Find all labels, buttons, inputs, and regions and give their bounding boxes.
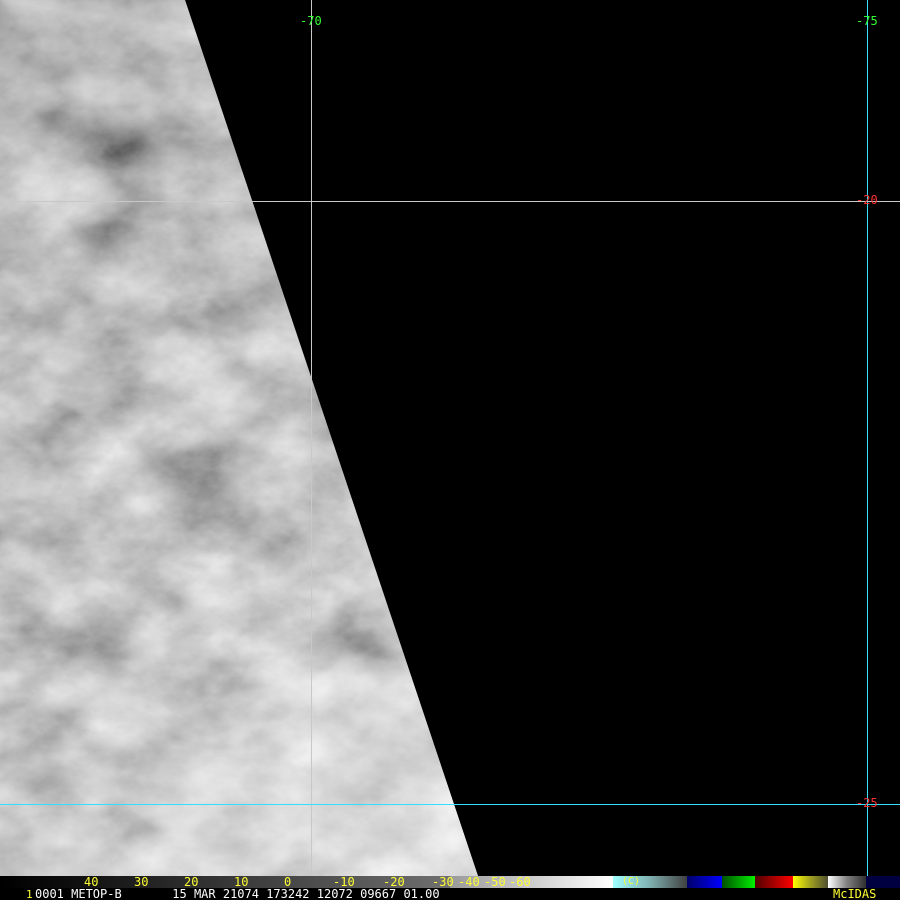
latitude-label: -20 (856, 193, 878, 207)
latitude-label: -25 (856, 796, 878, 810)
colorbar-unit-label: (C) (622, 876, 641, 887)
image-metadata: 0001 METOP-B 15 MAR 21074 173242 12072 0… (35, 887, 440, 900)
mcidas-brand: McIDAS (833, 887, 877, 900)
frame-number: 1 (26, 888, 33, 900)
satellite-imagery (0, 0, 900, 876)
colorbar-tick: -50 (484, 875, 506, 889)
colorbar-tick: -60 (509, 875, 531, 889)
satellite-image-view: -70 -75 -20 -25 40 30 20 10 0 -10 -20 -3… (0, 0, 900, 900)
longitude-label: -75 (856, 14, 878, 28)
colorbar-tick: -40 (458, 875, 480, 889)
longitude-label: -70 (300, 14, 322, 28)
image-swath (0, 0, 478, 876)
image-info-bar: 1 0001 METOP-B 15 MAR 21074 173242 12072… (0, 888, 900, 900)
